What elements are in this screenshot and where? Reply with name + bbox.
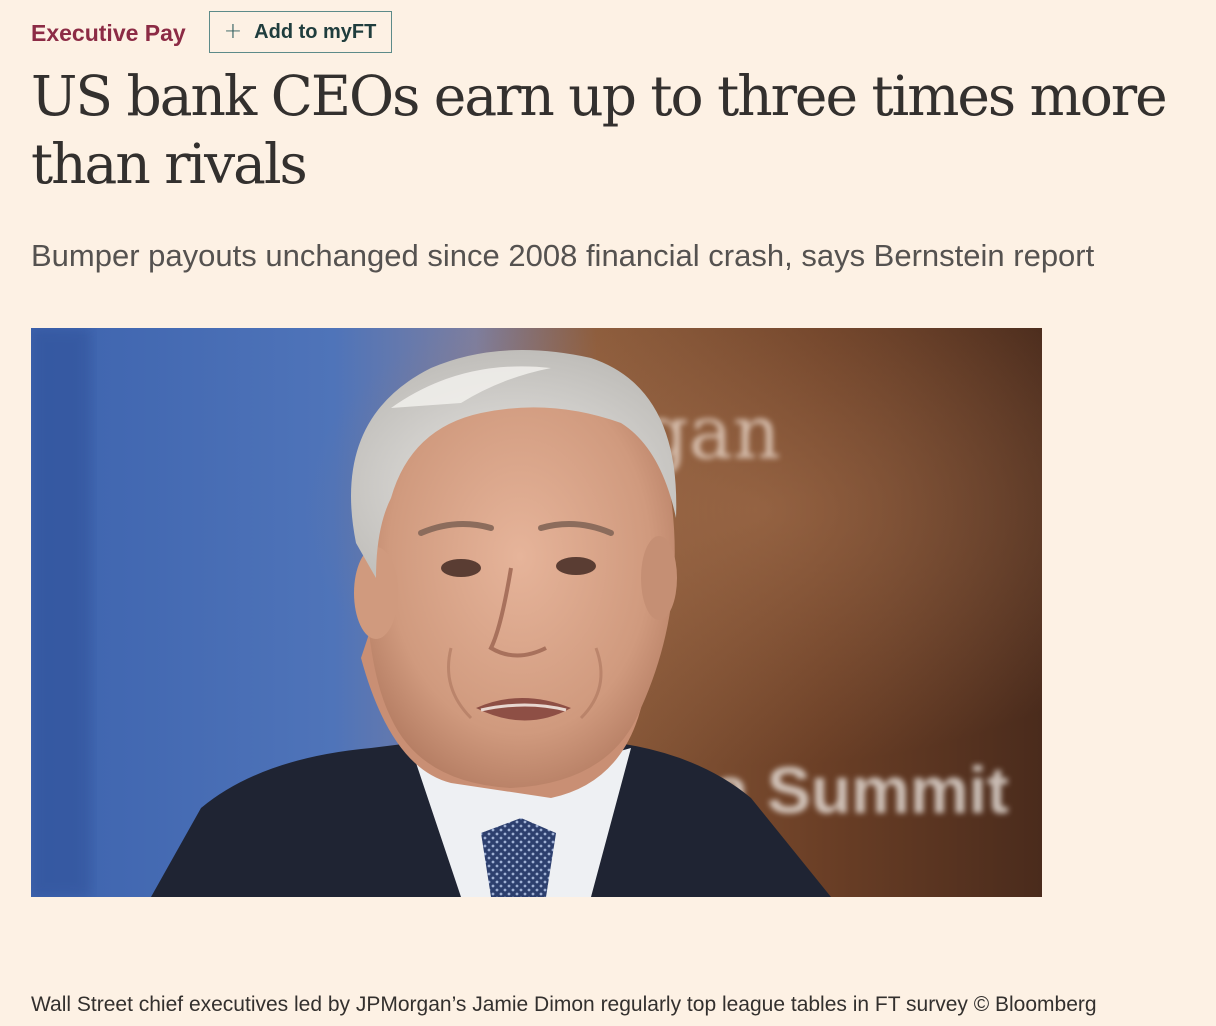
image-caption: Wall Street chief executives led by JPMo… bbox=[31, 993, 1097, 1016]
topic-link-executive-pay[interactable]: Executive Pay bbox=[31, 20, 186, 47]
portrait-photo: organ ina Summit bbox=[31, 328, 1042, 897]
article-standfirst: Bumper payouts unchanged since 2008 fina… bbox=[31, 238, 1095, 273]
article-page: Executive Pay + Add to myFT US bank CEOs… bbox=[0, 0, 1216, 1026]
plus-icon: + bbox=[223, 19, 243, 44]
add-to-myft-label: Add to myFT bbox=[254, 20, 377, 43]
article-headline: US bank CEOs earn up to three times more… bbox=[31, 64, 1168, 196]
add-to-myft-button[interactable]: + Add to myFT bbox=[208, 11, 393, 53]
article-topic-row: Executive Pay + Add to myFT bbox=[31, 11, 393, 53]
article-hero-image: organ ina Summit bbox=[31, 328, 1042, 897]
